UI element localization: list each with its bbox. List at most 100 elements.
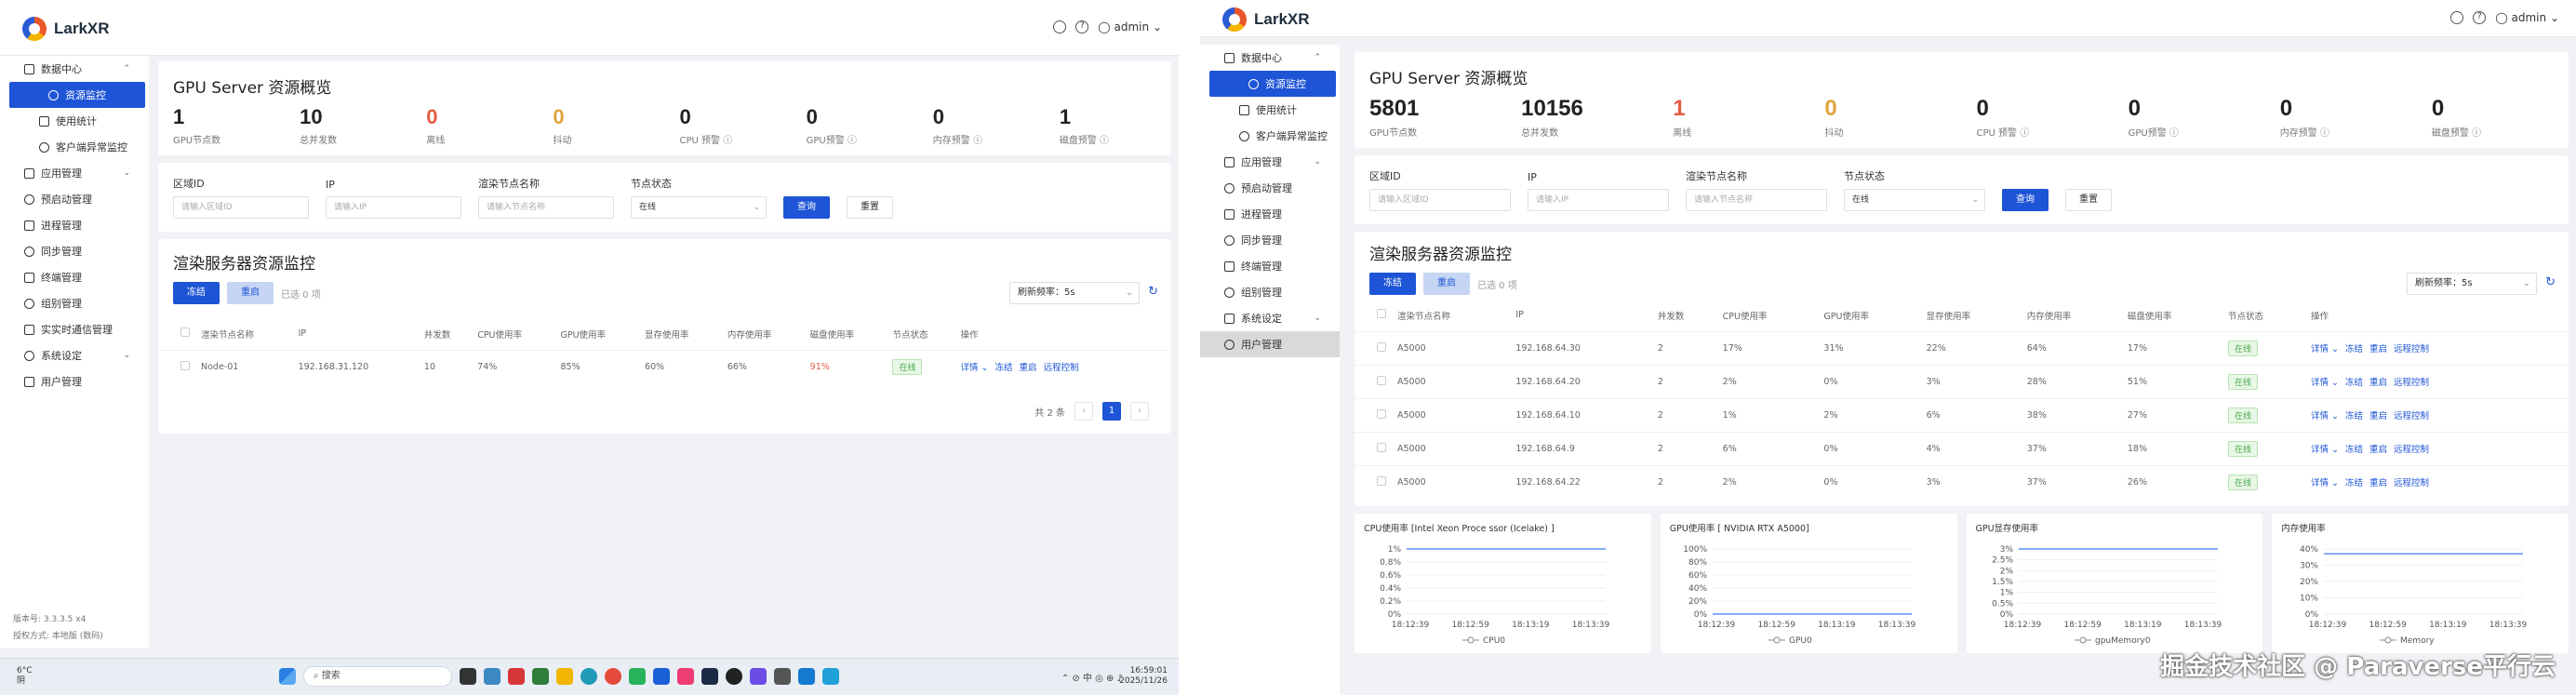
status-select[interactable]: 在线 ⌄ [1844,189,1985,211]
freeze-row-button[interactable]: 冻结 [995,363,1013,373]
system-tray[interactable]: ⌃ ⊘ 中 ◎ ⊕ ♪ [1061,670,1123,684]
row-checkbox[interactable] [1377,341,1386,352]
freeze-button[interactable]: 冻结 [1369,273,1416,295]
region-input[interactable]: 请输入区域ID [173,196,309,219]
ip-input[interactable]: 请输入IP [1528,189,1669,211]
user-menu[interactable]: ◯ admin ⌄ [1098,20,1162,33]
freeze-button[interactable]: 冻结 [173,282,220,304]
sidebar-item[interactable]: 系统设定 ⌄ [0,342,149,368]
remote-control-button[interactable]: 远程控制 [2394,411,2429,421]
remote-control-button[interactable]: 远程控制 [2394,478,2429,488]
restart-row-button[interactable]: 重启 [2369,445,2387,455]
app-icon[interactable] [532,668,549,685]
sidebar-item[interactable]: 资源监控 [9,82,145,108]
refresh-select[interactable]: 刷新频率：5s ⌄ [1009,282,1140,304]
freeze-row-button[interactable]: 冻结 [2345,378,2363,388]
taskbar-search[interactable]: ⌕ 搜索 [303,666,452,687]
remote-control-button[interactable]: 远程控制 [2394,378,2429,388]
freeze-row-button[interactable]: 冻结 [2345,478,2363,488]
sidebar-item[interactable]: 组别管理 [1200,279,1340,305]
sidebar-item[interactable]: 数据中心 ⌃ [0,56,149,82]
app-icon[interactable] [484,668,501,685]
sidebar-item[interactable]: 终端管理 [1200,253,1340,279]
details-button[interactable]: 详情 ⌄ [2311,411,2339,421]
details-button[interactable]: 详情 ⌄ [2311,445,2339,455]
status-select[interactable]: 在线 ⌄ [631,196,767,219]
clock[interactable]: 16:59:01 2025/11/26 [1119,666,1168,687]
remote-control-button[interactable]: 远程控制 [2394,344,2429,354]
sidebar-item[interactable]: 使用统计 [1200,97,1340,123]
globe-icon[interactable] [2450,11,2464,24]
app-icon[interactable] [798,668,815,685]
select-all-checkbox[interactable] [180,327,190,338]
row-checkbox[interactable] [1377,408,1386,419]
sidebar-item[interactable]: 预启动管理 [1200,175,1340,201]
sidebar-item[interactable]: 进程管理 [0,212,149,238]
app-icon[interactable] [701,668,718,685]
sidebar-item[interactable]: 应用管理 ⌄ [0,160,149,186]
details-button[interactable]: 详情 ⌄ [961,363,989,373]
row-checkbox[interactable] [1377,475,1386,486]
refresh-select[interactable]: 刷新频率：5s ⌄ [2407,273,2537,295]
details-button[interactable]: 详情 ⌄ [2311,478,2339,488]
sidebar-item[interactable]: 使用统计 [0,108,149,134]
folder-icon[interactable] [556,668,573,685]
edge-icon[interactable] [581,668,597,685]
app-icon[interactable] [460,668,476,685]
restart-button[interactable]: 重启 [1423,273,1470,295]
sidebar-item[interactable]: 进程管理 [1200,201,1340,227]
prev-page-button[interactable]: ‹ [1074,402,1093,421]
sidebar-item[interactable]: 应用管理 ⌄ [1200,149,1340,175]
next-page-button[interactable]: › [1130,402,1149,421]
sidebar-item[interactable]: 组别管理 [0,290,149,316]
sidebar-item[interactable]: 同步管理 [0,238,149,264]
user-menu[interactable]: ◯ admin ⌄ [2495,11,2559,24]
region-input[interactable]: 请输入区域ID [1369,189,1511,211]
details-button[interactable]: 详情 ⌄ [2311,344,2339,354]
restart-button[interactable]: 重启 [227,282,274,304]
freeze-row-button[interactable]: 冻结 [2345,344,2363,354]
sidebar-item[interactable]: 数据中心 ⌃ [1200,45,1340,71]
name-input[interactable]: 请输入节点名称 [1686,189,1827,211]
restart-row-button[interactable]: 重启 [2369,344,2387,354]
logo[interactable]: LarkXR [1222,7,1310,32]
name-input[interactable]: 请输入节点名称 [478,196,614,219]
windows-start-icon[interactable] [279,668,296,685]
globe-icon[interactable] [1053,20,1067,33]
row-checkbox[interactable] [1377,375,1386,385]
restart-row-button[interactable]: 重启 [2369,411,2387,421]
refresh-icon[interactable]: ↻ [1148,285,1158,299]
chrome-icon[interactable] [605,668,621,685]
query-button[interactable]: 查询 [783,196,830,219]
refresh-icon[interactable]: ↻ [2545,275,2556,289]
freeze-row-button[interactable]: 冻结 [2345,411,2363,421]
wechat-icon[interactable] [629,668,646,685]
help-icon[interactable]: ? [1075,20,1089,33]
remote-control-button[interactable]: 远程控制 [2394,445,2429,455]
app-icon[interactable] [774,668,791,685]
app-icon[interactable] [508,668,525,685]
freeze-row-button[interactable]: 冻结 [2345,445,2363,455]
sidebar-item[interactable]: 终端管理 [0,264,149,290]
sidebar-item[interactable]: 资源监控 [1209,71,1336,97]
sidebar-item[interactable]: 预启动管理 [0,186,149,212]
sidebar-item[interactable]: 用户管理 [0,368,149,394]
sidebar-item[interactable]: 用户管理 [1200,331,1340,357]
row-checkbox[interactable] [180,360,190,370]
app-icon[interactable] [653,668,670,685]
query-button[interactable]: 查询 [2002,189,2049,211]
sidebar-item[interactable]: 客户端异常监控 [0,134,149,160]
restart-row-button[interactable]: 重启 [2369,378,2387,388]
weather-widget[interactable]: 6°C 阴 [17,666,33,687]
page-number[interactable]: 1 [1102,402,1121,421]
help-icon[interactable]: ? [2473,11,2487,24]
reset-button[interactable]: 重置 [847,196,893,219]
reset-button[interactable]: 重置 [2065,189,2112,211]
app-icon[interactable] [726,668,742,685]
sidebar-item[interactable]: 系统设定 ⌄ [1200,305,1340,331]
details-button[interactable]: 详情 ⌄ [2311,378,2339,388]
app-icon[interactable] [677,668,694,685]
select-all-checkbox[interactable] [1377,309,1386,319]
ip-input[interactable]: 请输入IP [326,196,461,219]
app-icon[interactable] [750,668,767,685]
